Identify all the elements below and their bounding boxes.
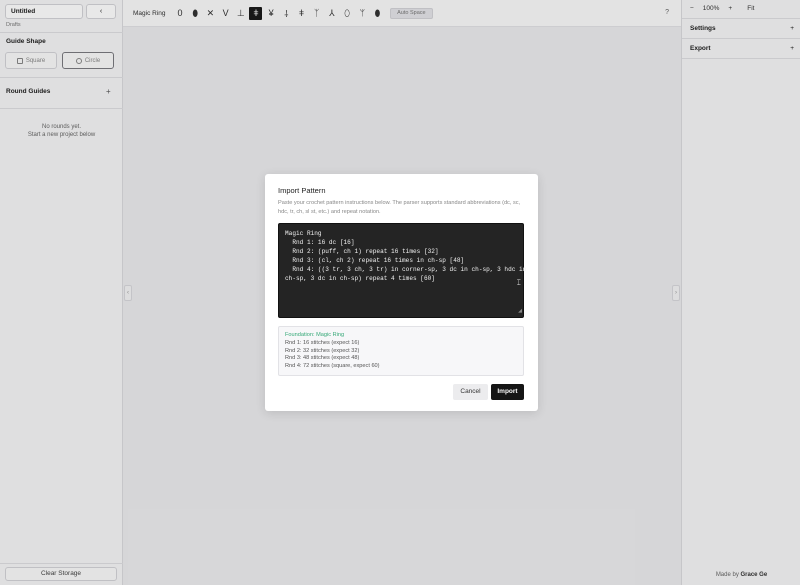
cancel-button[interactable]: Cancel [453,384,488,400]
resize-handle-icon[interactable]: ◢ [518,307,522,316]
dialog-description: Paste your crochet pattern instructions … [278,200,521,215]
dialog-title: Import Pattern [278,186,326,195]
preview-line: Rnd 1: 16 stitches (expect 16) [285,339,360,346]
preview-line: Rnd 4: 72 stitches (square, expect 60) [285,363,380,370]
preview-line: Rnd 3: 48 stitches (expect 48) [285,355,360,362]
parse-preview: Foundation: Magic Ring Rnd 1: 16 stitche… [278,326,524,376]
text-cursor-icon: 𝙸 [516,278,522,287]
pattern-line: Magic Ring [285,230,322,237]
preview-line: Rnd 2: 32 stitches (expect 32) [285,347,360,354]
pattern-line: ch-sp, 3 dc in ch-sp) repeat 4 times [60… [285,275,435,283]
pattern-line: Rnd 4: ((3 tr, 3 ch, 3 tr) in corner-sp,… [285,266,527,274]
import-button[interactable]: Import [491,384,524,400]
preview-line: Foundation: Magic Ring [285,332,345,338]
pattern-textarea[interactable]: Magic Ring Rnd 1: 16 dc [16] Rnd 2: (puf… [278,223,527,318]
pattern-line: Rnd 1: 16 dc [16] [285,239,355,247]
pattern-line: Rnd 2: (puff, ch 1) repeat 16 times [32] [285,248,439,256]
pattern-line: Rnd 3: (cl, ch 2) repeat 16 times in ch-… [285,257,465,265]
pattern-text: Magic Ring Rnd 1: 16 dc [16] Rnd 2: (puf… [285,229,527,284]
import-pattern-dialog: Import Pattern Paste your crochet patter… [265,174,538,411]
